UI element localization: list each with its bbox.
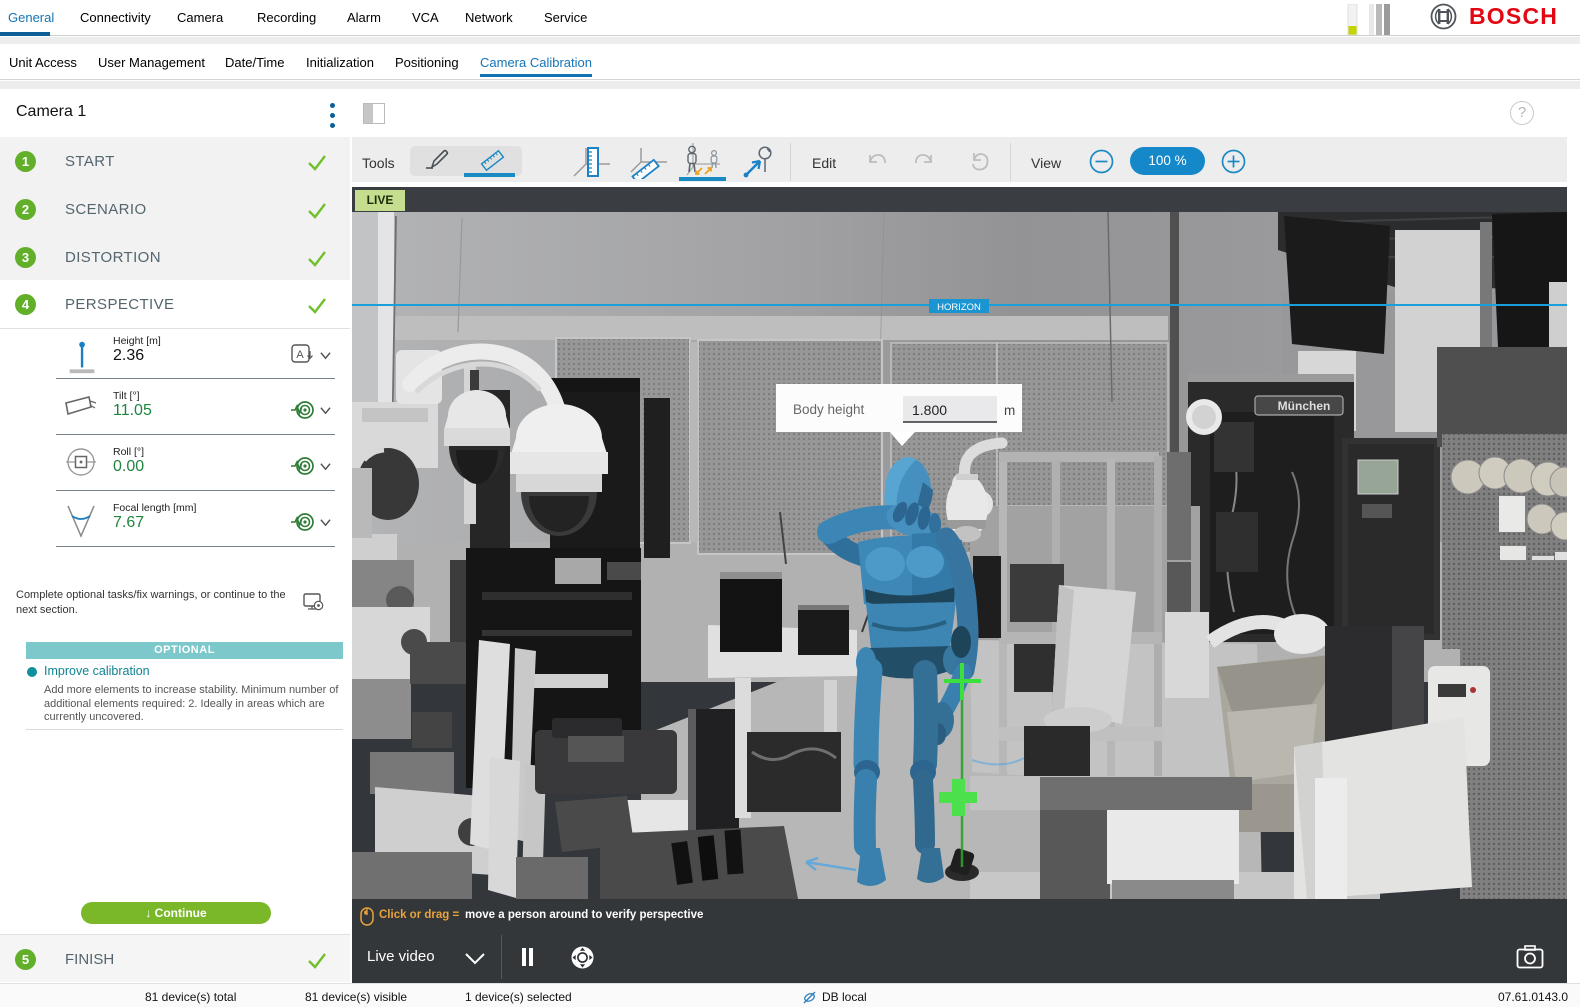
svg-text:München: München — [1278, 399, 1331, 413]
svg-text:HORIZON: HORIZON — [937, 302, 981, 313]
svg-text:1.800: 1.800 — [912, 402, 947, 418]
svg-text:A: A — [296, 349, 304, 361]
svg-text:m: m — [1004, 403, 1015, 418]
svg-text:Body height: Body height — [793, 402, 865, 417]
